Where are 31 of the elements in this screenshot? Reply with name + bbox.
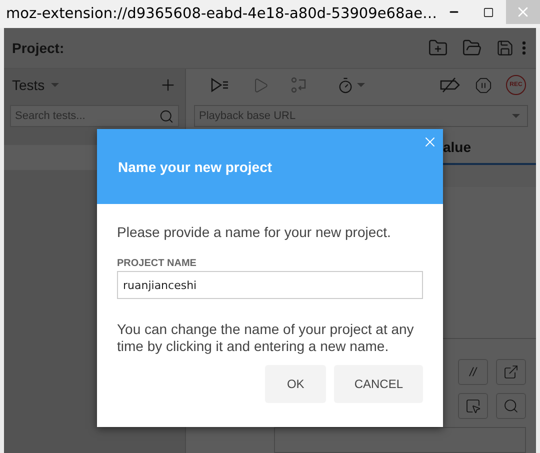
dialog-title: Name your new project [118,158,272,174]
open-window-button[interactable] [496,359,526,385]
pause-button[interactable] [475,76,492,94]
find-target-button[interactable] [496,393,526,419]
disable-breakpoints-button[interactable] [439,77,461,93]
window-title: moz-extension://d9365608-eabd-4e18-a80d-53909e68ae… [5,6,438,22]
caret-icon [512,114,520,118]
new-folder-button[interactable] [428,38,448,58]
more-icon [522,41,526,55]
dialog-button[interactable]: CANCEL [334,365,423,403]
dialog-prompt: Please provide a name for your new project. [117,224,392,240]
search-icon [503,398,519,414]
save-button[interactable] [496,39,514,57]
project-label: Project: [12,40,66,56]
field-label: PROJECT NAME [117,258,198,269]
select-target-button[interactable] [458,393,488,419]
search-icon [159,109,174,124]
run-all-button[interactable] [210,77,230,93]
project-name-field[interactable]: ruanjianceshi [117,271,423,299]
dialog-button[interactable]: OK [264,365,326,403]
dialog-note: You can change the name of your project at any time by clicking it and entering a new name. [117,321,415,355]
open-folder-button[interactable] [462,38,482,58]
maximize-icon [483,6,494,18]
more-menu-button[interactable] [522,41,526,55]
column-header: alue [443,139,472,155]
step-button[interactable] [291,77,307,93]
input-field[interactable] [274,427,526,453]
external-link-icon [503,364,519,380]
play-button[interactable] [252,76,269,94]
pointer-icon [465,398,481,414]
speed-button[interactable] [337,76,365,94]
